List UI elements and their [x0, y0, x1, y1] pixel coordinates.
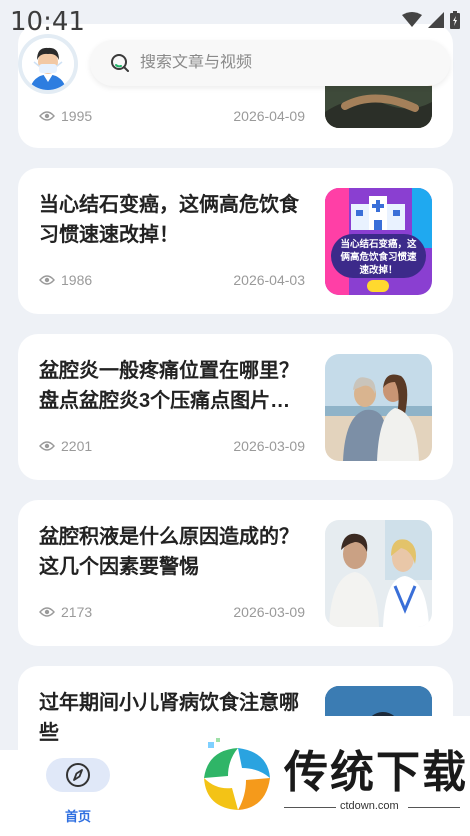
thumbnail-image [325, 520, 432, 627]
eye-icon [39, 275, 55, 285]
watermark: 传统下载 ctdown.com [190, 716, 470, 836]
watermark-logo-icon [204, 738, 270, 810]
eye-icon [39, 441, 55, 451]
search-bar[interactable] [90, 40, 450, 86]
publish-date: 2026-04-03 [233, 272, 305, 288]
view-count: 2173 [61, 604, 93, 620]
article-meta: 1995 2026-04-09 [39, 108, 305, 124]
compass-icon [66, 763, 90, 787]
wifi-icon [402, 12, 422, 27]
publish-date: 2026-03-09 [233, 438, 305, 454]
article-thumbnail[interactable] [325, 520, 432, 627]
doctor-avatar-icon [22, 38, 74, 90]
article-thumbnail[interactable] [325, 354, 432, 461]
hospital-icon [351, 196, 405, 230]
article-meta: 2201 2026-03-09 [39, 438, 305, 454]
article-meta: 1986 2026-04-03 [39, 272, 305, 288]
article-card[interactable]: 当心结石变癌，这俩高危饮食习惯速速改掉！ 1986 2026-04-03 当心结… [18, 168, 453, 314]
status-bar: 10:41 [0, 0, 470, 40]
article-title[interactable]: 盆腔积液是什么原因造成的？这几个因素要警惕 [39, 522, 309, 582]
watermark-url: ctdown.com [340, 800, 399, 812]
view-count: 1995 [61, 108, 93, 124]
article-title[interactable]: 当心结石变癌，这俩高危饮食习惯速速改掉！ [39, 190, 309, 250]
article-card[interactable]: 盆腔积液是什么原因造成的？这几个因素要警惕 2173 2026-03-09 [18, 500, 453, 646]
article-thumbnail[interactable]: 当心结石变癌，这俩高危饮食习惯速速改掉！ [325, 188, 432, 295]
view-count: 1986 [61, 272, 93, 288]
search-input[interactable] [140, 54, 420, 72]
article-card[interactable]: 盆腔炎一般疼痛位置在哪里？盘点盆腔炎3个压痛点图片… 2201 2026-03-… [18, 334, 453, 480]
search-icon [111, 54, 129, 72]
publish-date: 2026-03-09 [233, 604, 305, 620]
avatar[interactable] [22, 38, 74, 90]
article-title[interactable]: 盆腔炎一般疼痛位置在哪里？盘点盆腔炎3个压痛点图片… [39, 356, 309, 416]
signal-icon [428, 12, 444, 28]
view-count: 2201 [61, 438, 93, 454]
thumbnail-caption: 当心结石变癌，这俩高危饮食习惯速速改掉！ [340, 239, 417, 276]
publish-date: 2026-04-09 [233, 108, 305, 124]
header [0, 36, 470, 96]
tab-home[interactable]: 首页 [46, 758, 110, 825]
status-time: 10:41 [10, 7, 85, 37]
thumbnail-image [325, 354, 432, 461]
watermark-title: 传统下载 [284, 748, 468, 797]
article-meta: 2173 2026-03-09 [39, 604, 305, 620]
eye-icon [39, 607, 55, 617]
status-icons [402, 11, 460, 29]
tab-home-indicator [46, 758, 110, 792]
battery-icon [450, 11, 460, 29]
eye-icon [39, 111, 55, 121]
tab-home-label: 首页 [64, 809, 91, 824]
article-feed[interactable]: 1995 2026-04-09 当心结石变癌，这俩高危饮食习惯速速改掉！ 198… [0, 0, 470, 836]
